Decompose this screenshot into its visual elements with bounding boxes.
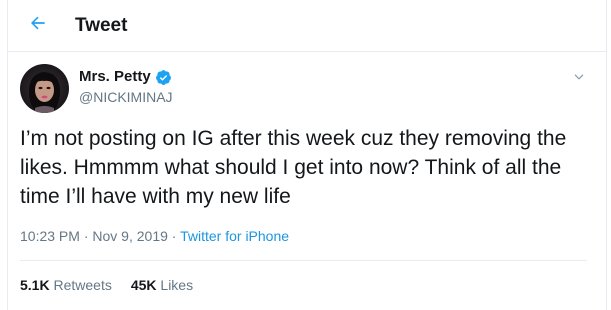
meta-separator-2: · <box>167 228 181 244</box>
divider <box>20 260 587 261</box>
display-name-text: Mrs. Petty <box>79 68 151 85</box>
tweet-time[interactable]: 10:23 PM <box>20 228 80 244</box>
meta-separator: · <box>79 228 93 244</box>
likes-count: 45K <box>130 277 157 293</box>
retweets-label: Retweets <box>53 277 112 293</box>
tweet-page: Tweet Mrs. Petty @NICKIMINAJ I’m not pos… <box>0 0 611 310</box>
tweet-text: I’m not posting on IG after this week cu… <box>20 127 567 208</box>
user-display-name[interactable]: Mrs. Petty <box>79 68 172 86</box>
tweet-metadata: 10:23 PM · Nov 9, 2019 · Twitter for iPh… <box>20 227 289 245</box>
column-border-right <box>606 0 607 310</box>
avatar-image <box>20 64 69 113</box>
header-bar: Tweet <box>8 0 606 52</box>
likes-stat[interactable]: 45K Likes <box>131 276 193 294</box>
tweet-date[interactable]: Nov 9, 2019 <box>92 228 168 244</box>
user-handle[interactable]: @NICKIMINAJ <box>79 88 173 106</box>
chevron-down-icon <box>574 74 584 80</box>
tweet-source-link[interactable]: Twitter for iPhone <box>180 228 289 244</box>
arrow-left-icon <box>31 16 45 30</box>
retweets-stat[interactable]: 5.1K Retweets <box>20 276 112 294</box>
retweets-count: 5.1K <box>20 277 50 293</box>
verified-badge-icon <box>155 69 171 85</box>
back-button[interactable] <box>25 10 51 36</box>
likes-label: Likes <box>160 277 194 293</box>
avatar[interactable] <box>20 64 69 113</box>
page-title: Tweet <box>75 15 128 36</box>
more-options-button[interactable] <box>570 68 588 86</box>
tweet-stats: 5.1K Retweets 45K Likes <box>20 276 193 294</box>
